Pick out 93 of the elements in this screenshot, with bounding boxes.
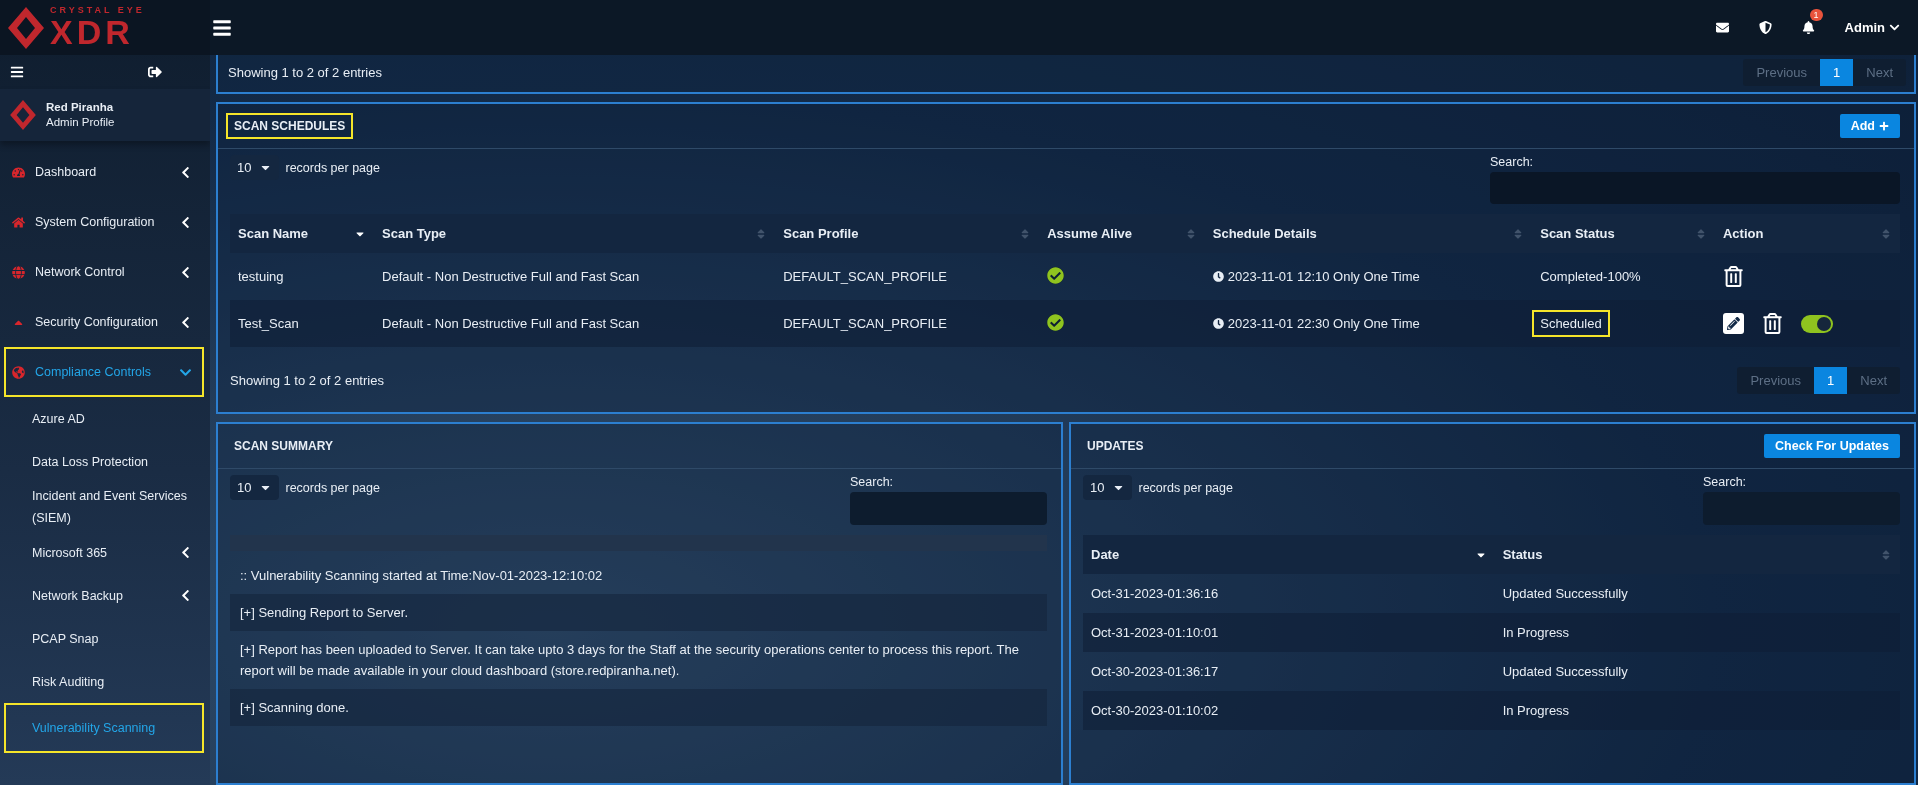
sidebar-subitem[interactable]: Azure AD: [4, 397, 204, 440]
sidebar-item[interactable]: Compliance Controls: [4, 347, 204, 397]
menu-icon[interactable]: [10, 65, 24, 79]
scan-status: Completed-100%: [1539, 268, 1642, 286]
clock-icon: [1212, 317, 1224, 329]
column-header[interactable]: Scan Profile: [775, 214, 1040, 253]
delete-button[interactable]: [1722, 266, 1744, 287]
table-cell: In Progress: [1494, 613, 1900, 652]
brand-subtitle: CRYSTAL EYE: [50, 6, 145, 15]
search-label: Search:: [1703, 475, 1748, 489]
pagination-button[interactable]: 1: [1820, 59, 1854, 86]
mail-icon[interactable]: [1715, 21, 1729, 34]
sidebar-subitem[interactable]: Vulnerability Scanning: [4, 703, 204, 753]
sidebar-item[interactable]: Network Control: [4, 247, 204, 297]
chevron-icon: [179, 215, 192, 229]
panel-title: UPDATES: [1086, 438, 1145, 455]
column-header[interactable]: Scan Type: [374, 214, 776, 253]
table-cell: Oct-30-2023-01:36:17: [1083, 652, 1495, 691]
panel-title: SCAN SCHEDULES: [226, 113, 354, 139]
clock-icon: [1212, 270, 1224, 282]
log-entry: [+] Report has been uploaded to Server. It can take upto 3 days for the Staff at the security operations center to process this report. The report will be made available in your cloud dashboard (store.redpiranha.net).: [239, 641, 1020, 680]
table-cell: testuing: [230, 253, 375, 300]
column-header[interactable]: Scan Name: [230, 214, 375, 253]
log-entry: [+] Scanning done.: [230, 689, 1047, 726]
table-cell: Oct-31-2023-01:10:01: [1083, 613, 1495, 652]
column-header[interactable]: Date: [1083, 535, 1495, 574]
column-header[interactable]: Action: [1714, 214, 1900, 253]
user-menu[interactable]: Admin: [1844, 20, 1900, 35]
table-cell: Default - Non Destructive Full and Fast Scan: [374, 253, 776, 300]
scan-status: Scheduled: [1532, 310, 1610, 337]
pagination-button[interactable]: 1: [1814, 367, 1848, 394]
log-entry: :: Vulnerability Scanning started at Time:Nov-01-2023-12:10:02: [239, 567, 604, 585]
sidebar-subitem[interactable]: Microsoft 365: [4, 531, 204, 574]
page-size-select[interactable]: 10: [1083, 475, 1133, 500]
menu-icon[interactable]: [212, 17, 232, 38]
delete-button[interactable]: [1761, 313, 1783, 334]
chevron-icon: [179, 546, 192, 559]
plus-icon: [1879, 121, 1889, 131]
table-cell: Updated Successfully: [1494, 652, 1900, 691]
search-field[interactable]: [1490, 172, 1900, 204]
search-label: Search:: [1490, 155, 1535, 169]
add-button[interactable]: Add: [1839, 114, 1900, 138]
schedule-details: 2023-11-01 12:10 Only One Time: [1212, 268, 1420, 284]
shield-icon[interactable]: [1758, 21, 1772, 34]
chevron-icon: [179, 589, 192, 602]
check-updates-button[interactable]: Check For Updates: [1764, 434, 1900, 458]
chevron-icon: [179, 265, 192, 279]
chevron-icon: [179, 165, 192, 179]
sidebar-subitem[interactable]: Network Backup: [4, 574, 204, 617]
sidebar-subitem[interactable]: Incident and Event Services (SIEM): [4, 483, 204, 531]
entries-info: Showing 1 to 2 of 2 entries: [228, 65, 382, 80]
chevron-icon: [179, 315, 192, 329]
logo-icon: [8, 6, 44, 49]
profile-name: Red Piranha: [46, 100, 115, 115]
chevron-icon: [1889, 22, 1900, 33]
table-cell: DEFAULT_SCAN_PROFILE: [775, 253, 1040, 300]
search-field[interactable]: [850, 492, 1047, 525]
table-cell: Default - Non Destructive Full and Fast Scan: [374, 300, 776, 347]
bell-icon[interactable]: [1801, 21, 1815, 34]
brand-title: XDR: [50, 15, 135, 49]
sidebar-item[interactable]: Dashboard: [4, 147, 204, 197]
entries-info: Showing 1 to 2 of 2 entries: [230, 373, 384, 388]
page-size-select[interactable]: 10: [230, 475, 280, 500]
sidebar-item[interactable]: System Configuration: [4, 197, 204, 247]
table-cell: In Progress: [1494, 691, 1900, 730]
search-label: Search:: [850, 475, 895, 489]
page-size-label: records per page: [1138, 480, 1233, 495]
sidebar-subitem[interactable]: Data Loss Protection: [4, 440, 204, 483]
column-header[interactable]: Scan Status: [1532, 214, 1715, 253]
table-cell: Updated Successfully: [1494, 574, 1900, 613]
sidebar-item[interactable]: Security Configuration: [4, 297, 204, 347]
sidebar-subitem[interactable]: Risk Auditing: [4, 660, 204, 703]
edit-button[interactable]: [1722, 313, 1744, 334]
page-size-label: records per page: [285, 160, 380, 175]
table-cell: Oct-31-2023-01:36:16: [1083, 574, 1495, 613]
table-cell: Oct-30-2023-01:10:02: [1083, 691, 1495, 730]
logout-icon[interactable]: [148, 65, 162, 79]
menu-item-icon: [12, 215, 25, 229]
page-size-label: records per page: [285, 480, 380, 495]
menu-item-icon: [12, 265, 25, 279]
panel-title: SCAN SUMMARY: [233, 438, 334, 455]
profile-role: Admin Profile: [46, 115, 115, 130]
column-header[interactable]: Status: [1494, 535, 1900, 574]
log-entry: [+] Sending Report to Server.: [230, 594, 1047, 631]
notification-badge: 1: [1809, 9, 1823, 21]
menu-item-icon: [12, 165, 25, 179]
table-cell: Test_Scan: [230, 300, 375, 347]
schedule-details: 2023-11-01 22:30 Only One Time: [1212, 315, 1420, 331]
toggle-switch[interactable]: [1800, 314, 1833, 333]
profile-logo-icon: [10, 100, 36, 130]
menu-item-icon: [12, 365, 25, 379]
table-cell: DEFAULT_SCAN_PROFILE: [775, 300, 1040, 347]
sidebar-subitem[interactable]: PCAP Snap: [4, 617, 204, 660]
